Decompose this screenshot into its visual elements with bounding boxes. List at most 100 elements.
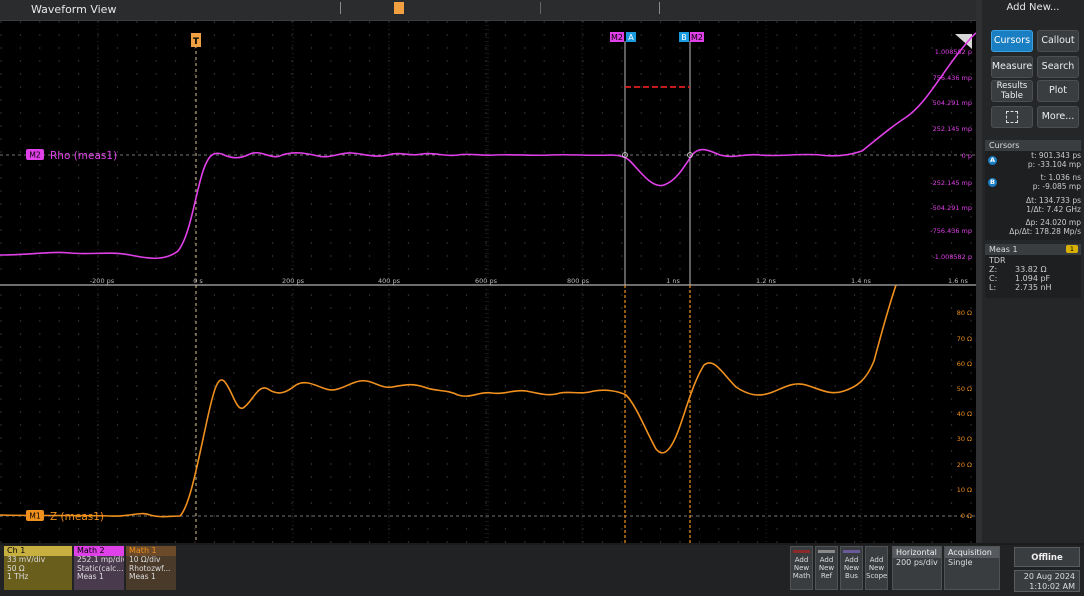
x-tick: 400 ps <box>378 277 401 285</box>
upper-y-tick: 0 p <box>962 152 972 160</box>
zoom-button[interactable] <box>991 106 1033 128</box>
cursors-readout[interactable]: Cursors A t: 901.343 ps p: -33.104 mp B … <box>985 140 1081 240</box>
record-view-bracket[interactable] <box>340 2 660 14</box>
upper-y-tick: 252.145 mp <box>933 125 972 133</box>
add-bus-color-bar <box>843 550 860 553</box>
lower-y-tick: 10 Ω <box>957 486 972 494</box>
math1-meas: Meas 1 <box>129 573 156 581</box>
acquisition-settings-badge[interactable]: Acquisition Single <box>944 546 1000 590</box>
add-new-ref-button[interactable]: Add New Ref <box>815 546 838 590</box>
meas1-readout[interactable]: Meas 1 1 TDR Z: 33.82 Ω C: 1.094 pF L: 2… <box>985 244 1081 298</box>
x-tick: 1.4 ns <box>851 277 872 285</box>
results-table-button[interactable]: Results Table <box>991 80 1033 102</box>
time-text: 1:10:02 AM <box>1029 582 1075 591</box>
x-tick: 1.6 ns <box>948 277 969 285</box>
record-view-center <box>540 2 541 14</box>
date-time-display[interactable]: 20 Aug 2024 1:10:02 AM <box>1014 570 1080 592</box>
right-panel: Add New... Cursors Callout Measure Searc… <box>982 0 1084 543</box>
cursor-b-label: B <box>681 33 687 42</box>
plot-button[interactable]: Plot <box>1037 80 1079 102</box>
meas1-l-label: L: <box>989 283 997 292</box>
add-ref-color-bar <box>818 550 835 553</box>
add-math-color-bar <box>793 550 810 553</box>
cursor-b-time: t: 1.036 ns <box>1040 173 1081 182</box>
upper-y-tick: 756.436 mp <box>933 74 972 82</box>
x-axis: -200 ps 0 s 200 ps 400 ps 600 ps 800 ps … <box>90 277 969 285</box>
cursor-a-value: p: -33.104 mp <box>1027 160 1081 169</box>
upper-y-tick: -1.008582 p <box>932 253 972 261</box>
ch1-termination: 50 Ω <box>7 564 25 573</box>
acquisition-title: Acquisition <box>945 547 999 558</box>
date-text: 20 Aug 2024 <box>1023 572 1075 581</box>
upper-y-tick: -756.436 mp <box>930 227 972 235</box>
lower-y-tick: 60 Ω <box>957 360 972 368</box>
cursor-b-readout-badge: B <box>988 178 997 187</box>
x-tick: 0 s <box>193 277 203 285</box>
math2-source: Static(calc... <box>77 564 124 573</box>
cursor-delta-p: Δp: 24.020 mp <box>1025 218 1082 227</box>
ch1-scale: 33 mV/div <box>7 556 46 564</box>
panel-splitter[interactable] <box>976 0 982 543</box>
upper-y-tick: -252.145 mp <box>930 179 972 187</box>
more-button[interactable]: More... <box>1037 106 1079 128</box>
upper-y-tick: 504.291 mp <box>933 99 972 107</box>
x-tick: 200 ps <box>282 277 305 285</box>
add-new-bus-button[interactable]: Add New Bus <box>840 546 863 590</box>
x-tick: 1 ns <box>666 277 680 285</box>
meas1-badge: 1 <box>1066 245 1078 253</box>
upper-y-tick: -504.291 mp <box>930 204 972 212</box>
cursor-delta-t: Δt: 134.733 ps <box>1025 196 1081 205</box>
cursor-inverse-delta-t: 1/Δt: 7.42 GHz <box>1026 205 1081 214</box>
x-tick: 600 ps <box>475 277 498 285</box>
acquisition-mode: Single <box>948 558 973 567</box>
x-tick: 800 ps <box>567 277 590 285</box>
horizontal-scale: 200 ps/div <box>896 558 938 567</box>
math2-scale: 252.1 mp/div <box>77 556 124 564</box>
add-new-header: Add New... <box>1006 2 1060 13</box>
ch1-badge[interactable]: Ch 1 33 mV/div 50 Ω 1 THz <box>4 546 72 590</box>
zoom-icon <box>1006 111 1018 123</box>
lower-y-tick: 40 Ω <box>957 410 972 418</box>
lower-y-tick: 70 Ω <box>957 335 972 343</box>
cursor-a-time: t: 901.343 ps <box>1031 151 1081 160</box>
x-tick: 1.2 ns <box>756 277 777 285</box>
math2-badge[interactable]: Math 2 252.1 mp/div Static(calc... Meas … <box>74 546 124 590</box>
meas1-title: Meas 1 1 <box>985 244 1081 255</box>
measure-button[interactable]: Measure <box>991 56 1033 78</box>
math1-source: Rhotozwf... <box>129 564 171 573</box>
waveform-view-title: Waveform View <box>31 3 117 16</box>
x-tick: -200 ps <box>90 277 115 285</box>
meas1-l-value: 2.735 nH <box>1015 283 1052 292</box>
rho-trace-label[interactable]: Rho (meas1) <box>50 150 117 162</box>
waveform-view[interactable]: Waveform View T M2 A B M2 M2 Rho (meas1)… <box>0 0 976 543</box>
lower-y-axis: 80 Ω 70 Ω 60 Ω 50 Ω 40 Ω 30 Ω 20 Ω 10 Ω … <box>957 309 972 520</box>
lower-y-tick: 80 Ω <box>957 309 972 317</box>
math1-scale: 10 Ω/div <box>129 556 161 564</box>
add-new-scope-button[interactable]: Add New Scope <box>865 546 888 590</box>
math1-badge[interactable]: Math 1 10 Ω/div Rhotozwf... Meas 1 <box>126 546 176 590</box>
math2-meas: Meas 1 <box>77 573 104 581</box>
offline-status-button[interactable]: Offline <box>1014 547 1080 567</box>
trigger-marker-label: T <box>193 37 200 47</box>
ch1-title: Ch 1 <box>4 546 72 556</box>
lower-y-tick: 20 Ω <box>957 461 972 469</box>
math2-title: Math 2 <box>74 546 124 556</box>
trigger-position-marker[interactable] <box>394 2 404 14</box>
add-new-math-button[interactable]: Add New Math <box>790 546 813 590</box>
cursors-button[interactable]: Cursors <box>991 30 1033 52</box>
search-button[interactable]: Search <box>1037 56 1079 78</box>
z-trace-label[interactable]: Z (meas1) <box>50 511 104 523</box>
rho-trace-badge-label: M2 <box>29 151 40 160</box>
upper-y-tick: 1.008582 p <box>935 48 972 56</box>
z-trace-badge-label: M1 <box>29 512 40 521</box>
cursor-a-label: A <box>628 33 634 42</box>
math1-title: Math 1 <box>126 546 176 556</box>
lower-y-tick: 50 Ω <box>957 385 972 393</box>
lower-y-tick: 0 Ω <box>961 512 972 520</box>
horizontal-settings-badge[interactable]: Horizontal 200 ps/div <box>892 546 942 590</box>
lower-y-tick: 30 Ω <box>957 435 972 443</box>
callout-button[interactable]: Callout <box>1037 30 1079 52</box>
waveform-plot[interactable]: T M2 A B M2 M2 Rho (meas1) M1 Z (meas1) <box>0 21 976 543</box>
cursor-a-readout-badge: A <box>988 156 997 165</box>
horizontal-title: Horizontal <box>893 547 941 558</box>
